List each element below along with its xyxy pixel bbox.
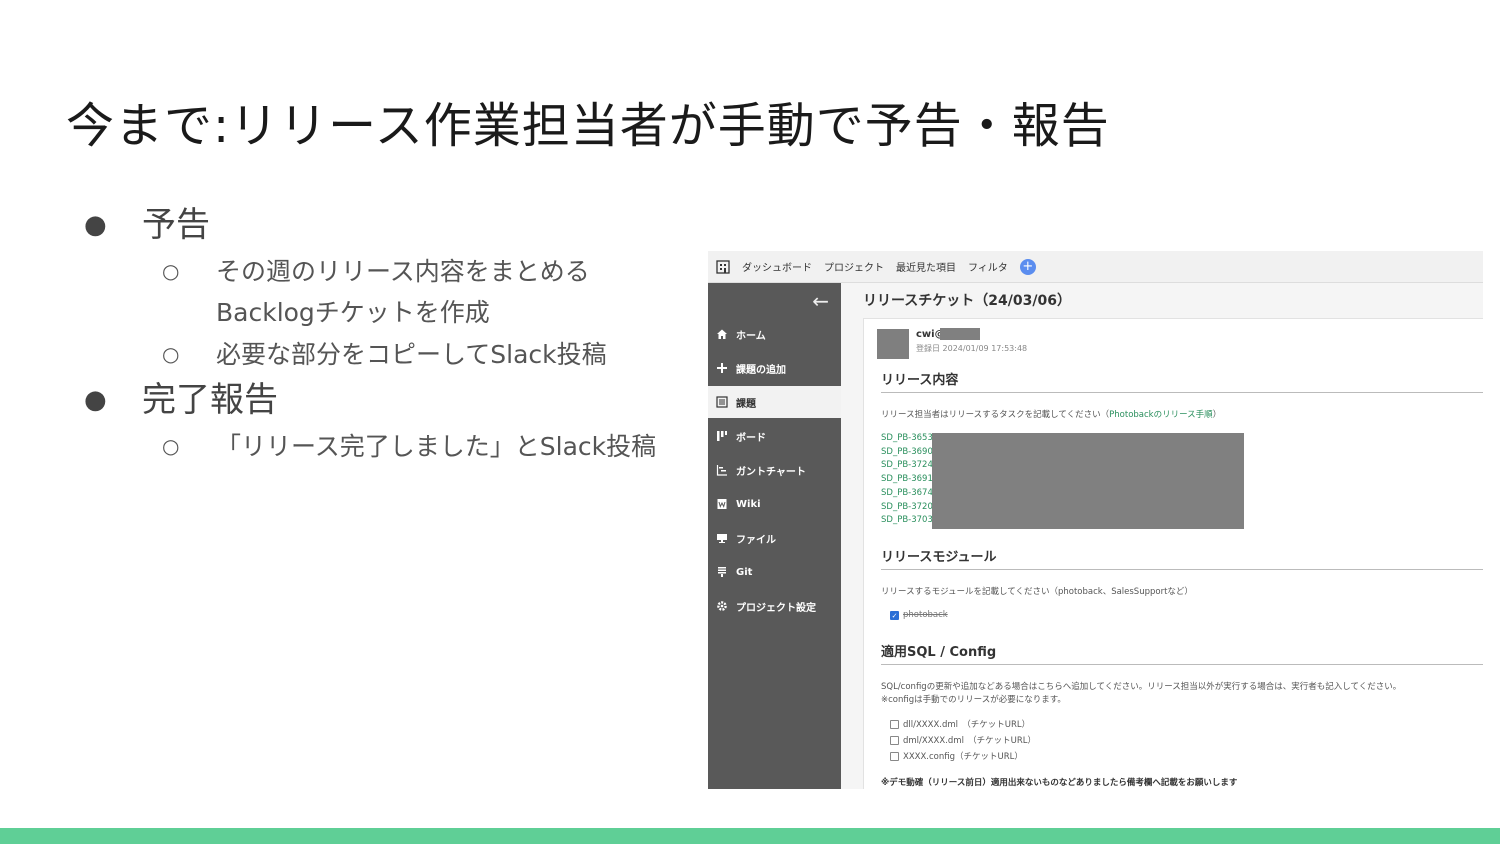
section-release-modules: リリースモジュール	[881, 546, 1483, 570]
bullet-label: 完了報告	[142, 380, 278, 420]
sidebar-item-gantt[interactable]: ガントチャート	[708, 454, 841, 486]
main-content: リリースチケット（24/03/06） cwi@ 登録日 2024/01/09 1…	[841, 283, 1483, 789]
redaction-mask	[940, 328, 980, 340]
sidebar-item-issues[interactable]: 課題	[708, 386, 841, 418]
ticket-card: cwi@ 登録日 2024/01/09 17:53:48 リリース内容 リリース…	[863, 318, 1483, 789]
sub-bullet-item: ○ 「リリース完了しました」とSlack投稿	[80, 426, 680, 467]
note-text: リリース担当者はリリースするタスクを記載してください（	[881, 410, 1110, 420]
sidebar-item-add-issue[interactable]: 課題の追加	[708, 352, 841, 384]
sidebar-item-label: プロジェクト設定	[736, 602, 816, 614]
sub-bullet-label: その週のリリース内容をまとめる Backlogチケットを作成	[216, 257, 590, 327]
sql-checkbox[interactable]: dml/XXXX.dml （チケットURL）	[890, 734, 1036, 746]
sql-item-label: XXXX.config（チケットURL）	[903, 752, 1023, 762]
note-close: ）	[1212, 410, 1222, 420]
nav-recent[interactable]: 最近見た項目	[896, 259, 956, 274]
board-icon	[715, 429, 729, 443]
sidebar: ← ホーム 課題の追加 課題 ボード ガントチャート Wiki ファイル Git…	[708, 283, 841, 789]
ticket-link[interactable]: SD_PB-3653	[881, 432, 933, 446]
sub-bullet-item: ○ 必要な部分をコピーしてSlack投稿	[80, 334, 680, 375]
ticket-title: リリースチケット（24/03/06）	[863, 293, 1071, 309]
release-contents-note: リリース担当者はリリースするタスクを記載してください（Photobackのリリー…	[881, 408, 1221, 420]
bullet-ring-icon: ○	[162, 434, 180, 458]
gear-icon	[715, 599, 729, 613]
bullet-item: ● 予告	[80, 200, 680, 250]
section-release-contents: リリース内容	[881, 369, 1483, 393]
sidebar-item-wiki[interactable]: Wiki	[708, 488, 841, 520]
sub-bullet-label: 必要な部分をコピーしてSlack投稿	[216, 340, 607, 369]
bullet-list: ● 予告 ○ その週のリリース内容をまとめる Backlogチケットを作成 ○ 必要な…	[80, 200, 680, 467]
add-plus-icon[interactable]: +	[1019, 258, 1036, 275]
list-icon	[715, 395, 729, 409]
bullet-ring-icon: ○	[162, 259, 180, 283]
back-arrow-icon[interactable]: ←	[812, 289, 829, 313]
sql-checkbox[interactable]: XXXX.config（チケットURL）	[890, 750, 1023, 762]
sidebar-item-label: ホーム	[736, 330, 766, 342]
sub-bullet-label: 「リリース完了しました」とSlack投稿	[216, 432, 657, 461]
slide-title: 今まで:リリース作業担当者が手動で予告・報告	[66, 98, 1110, 154]
module-label: photoback	[903, 610, 948, 620]
top-navigation: ダッシュボード プロジェクト 最近見た項目 フィルタ +	[708, 251, 1483, 283]
gantt-icon	[715, 463, 729, 477]
checkbox-icon[interactable]	[890, 751, 899, 761]
checkbox-icon[interactable]	[890, 735, 899, 745]
ticket-link[interactable]: SD_PB-3724	[881, 459, 933, 473]
avatar	[877, 329, 909, 359]
section-sql-config: 適用SQL / Config	[881, 641, 1483, 665]
registered-date: 登録日 2024/01/09 17:53:48	[916, 344, 1028, 353]
home-icon	[715, 327, 729, 341]
sidebar-item-home[interactable]: ホーム	[708, 318, 841, 350]
backlog-screenshot: ダッシュボード プロジェクト 最近見た項目 フィルタ + ← ホーム 課題の追加…	[708, 251, 1483, 789]
sidebar-item-label: ファイル	[736, 534, 776, 546]
ticket-link[interactable]: SD_PB-3720	[881, 501, 933, 515]
bullet-dot-icon: ●	[84, 385, 107, 415]
plus-icon	[715, 361, 729, 375]
ticket-list: SD_PB-3653 SD_PB-3690 SD_PB-3724 SD_PB-3…	[881, 432, 933, 528]
git-icon	[715, 565, 729, 579]
release-procedure-link[interactable]: Photobackのリリース手順	[1109, 410, 1213, 420]
sidebar-item-board[interactable]: ボード	[708, 420, 841, 452]
sidebar-item-git[interactable]: Git	[708, 556, 841, 588]
sql-checkbox[interactable]: dll/XXXX.dml （チケットURL）	[890, 718, 1030, 730]
ticket-link[interactable]: SD_PB-3703	[881, 514, 933, 528]
sidebar-item-label: Git	[736, 566, 753, 578]
bullet-ring-icon: ○	[162, 342, 180, 366]
sidebar-item-label: Wiki	[736, 498, 761, 510]
bullet-label: 予告	[142, 205, 210, 245]
modules-note: リリースするモジュールを記載してください（photoback、SalesSupp…	[881, 587, 1193, 597]
sub-bullet-item: ○ その週のリリース内容をまとめる Backlogチケットを作成	[80, 251, 680, 333]
ticket-link[interactable]: SD_PB-3674	[881, 487, 933, 501]
bullet-dot-icon: ●	[84, 210, 107, 240]
checkbox-checked-icon[interactable]: ✓	[890, 610, 899, 620]
bottom-accent-bar	[0, 828, 1500, 844]
nav-project[interactable]: プロジェクト	[824, 259, 884, 274]
sidebar-item-project-settings[interactable]: プロジェクト設定	[708, 590, 841, 622]
module-checkbox[interactable]: ✓ photoback	[890, 610, 948, 620]
demo-footnote: ※デモ動確（リリース前日）適用出来ないものなどありましたら備考欄へ記載をお願いし…	[881, 778, 1238, 788]
building-icon[interactable]	[714, 258, 732, 276]
checkbox-icon[interactable]	[890, 719, 899, 729]
sql-item-label: dml/XXXX.dml （チケットURL）	[903, 736, 1037, 746]
sidebar-item-label: ボード	[736, 432, 766, 444]
sql-note-2: ※configは手動でのリリースが必要になります。	[881, 695, 1066, 705]
sidebar-item-label: 課題の追加	[736, 364, 786, 376]
wiki-icon	[715, 497, 729, 511]
sql-note-1: SQL/configの更新や追加などある場合はこちらへ追加してください。リリース…	[881, 682, 1402, 692]
nav-dashboard[interactable]: ダッシュボード	[742, 259, 812, 274]
nav-filter[interactable]: フィルタ	[968, 259, 1008, 274]
redaction-mask	[932, 433, 1244, 529]
ticket-link[interactable]: SD_PB-3691	[881, 473, 933, 487]
sidebar-item-files[interactable]: ファイル	[708, 522, 841, 554]
sql-item-label: dll/XXXX.dml （チケットURL）	[903, 720, 1031, 730]
sidebar-item-label: 課題	[736, 398, 756, 410]
bullet-item: ● 完了報告	[80, 375, 680, 425]
ticket-link[interactable]: SD_PB-3690	[881, 446, 933, 460]
file-icon	[715, 531, 729, 545]
sidebar-item-label: ガントチャート	[736, 466, 806, 478]
